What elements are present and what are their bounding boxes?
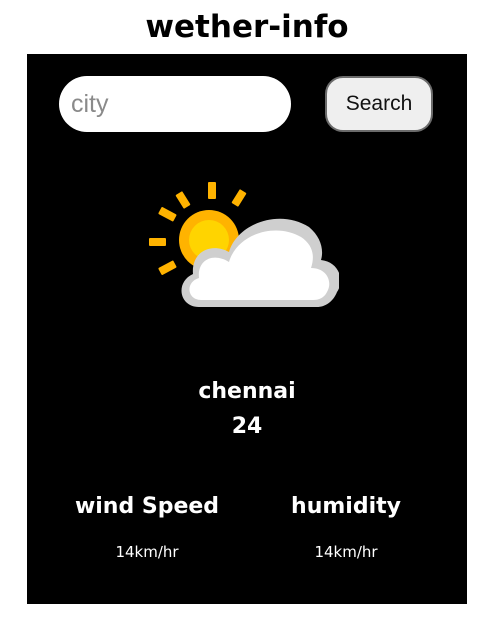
partly-cloudy-icon	[149, 182, 339, 307]
wind-speed-value: 14km/hr	[115, 543, 179, 561]
humidity-label: humidity	[291, 494, 401, 519]
city-search-input[interactable]	[59, 76, 291, 132]
temperature: 24	[231, 414, 263, 439]
humidity-value: 14km/hr	[314, 543, 378, 561]
humidity-stat: humidity 14km/hr	[246, 490, 446, 562]
wind-speed-stat: wind Speed 14km/hr	[47, 490, 247, 562]
weather-card: Search chennai 24 wind Speed 14km/hr hum…	[27, 54, 467, 604]
search-button[interactable]: Search	[325, 76, 433, 132]
app-title: wether-info	[145, 9, 349, 45]
city-name: chennai	[198, 379, 296, 404]
wind-speed-label: wind Speed	[74, 494, 220, 519]
